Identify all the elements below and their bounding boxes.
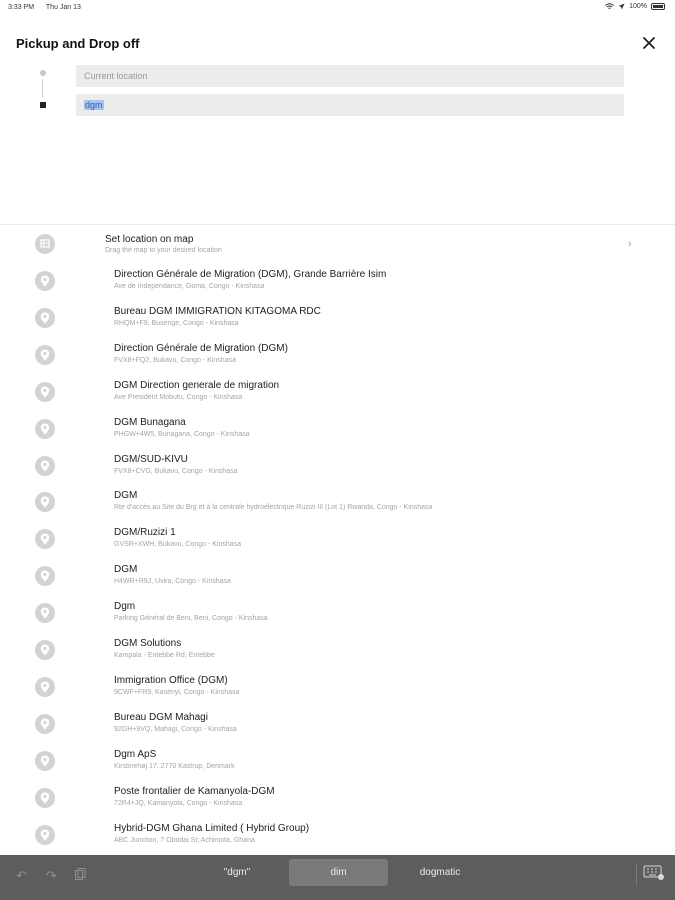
status-right: 100% bbox=[605, 3, 665, 10]
set-location-on-map[interactable]: Set location on map Drag the map to your… bbox=[0, 226, 675, 263]
location-pin-icon bbox=[35, 418, 55, 439]
result-item[interactable]: Dgm Parking Général de Beni, Beni, Congo … bbox=[0, 595, 675, 632]
section-divider bbox=[0, 224, 675, 225]
result-subtitle: Parking Général de Beni, Beni, Congo - K… bbox=[114, 615, 268, 623]
result-item[interactable]: DGM Bunagana PHGW+4W5, Bunagana, Congo - … bbox=[0, 411, 675, 448]
result-subtitle: 92GH+9VQ, Mahagi, Congo - Kinshasa bbox=[114, 725, 237, 733]
location-arrow-icon bbox=[618, 3, 625, 10]
keyboard-shortcut-bar: ↶ ↷ "dgm" dim dogmatic bbox=[0, 855, 675, 900]
result-subtitle: Kampala - Entebbe Rd, Entebbe bbox=[114, 652, 215, 659]
dropoff-square-icon bbox=[40, 102, 46, 108]
result-title: DGM Bunagana bbox=[114, 416, 186, 428]
result-title: Bureau DGM Mahagi bbox=[114, 711, 208, 723]
result-item[interactable]: DGM H4WR+R9J, Uvira, Congo - Kinshasa bbox=[0, 558, 675, 595]
result-title: DGM Direction generale de migration bbox=[114, 379, 280, 391]
result-item[interactable]: Hybrid-DGM Ghana Limited ( Hybrid Group)… bbox=[0, 817, 675, 854]
status-time: 3:33 PM bbox=[8, 4, 35, 11]
wifi-icon bbox=[605, 3, 614, 9]
undo-icon[interactable]: ↶ bbox=[16, 868, 27, 884]
keyboard-icon bbox=[643, 865, 664, 880]
result-subtitle: Ave de Independance, Goma, Congo - Kinsh… bbox=[114, 283, 265, 290]
battery-icon bbox=[651, 3, 665, 10]
result-subtitle: PHGW+4W5, Bunagana, Congo - Kinshasa bbox=[114, 430, 250, 438]
result-title: Bureau DGM IMMIGRATION KITAGOMA RDC bbox=[114, 305, 321, 317]
result-title: DGM bbox=[114, 564, 138, 576]
suggestion-1[interactable]: "dgm" bbox=[188, 859, 286, 886]
location-pin-icon bbox=[35, 529, 55, 550]
location-pin-icon bbox=[35, 271, 55, 291]
status-date: Thu Jan 13 bbox=[45, 4, 81, 11]
result-item[interactable]: DGM Rte d'accès au Site du Brg et à la ce… bbox=[0, 484, 675, 521]
route-indicator bbox=[36, 68, 50, 112]
result-item[interactable]: DGM/Ruzizi 1 GVSR+XWH, Bukavu, Congo - Ki… bbox=[0, 521, 675, 558]
result-title: DGM/SUD-KIVU bbox=[114, 453, 188, 465]
route-line bbox=[42, 79, 43, 97]
pickup-input[interactable]: Current location bbox=[76, 65, 624, 87]
location-pin-icon bbox=[35, 566, 55, 587]
status-left: 3:33 PM Thu Jan 13 bbox=[8, 4, 91, 11]
result-title: Direction Générale de Migration (DGM), G… bbox=[114, 269, 387, 280]
result-item[interactable]: Direction Générale de Migration (DGM) FVX… bbox=[0, 337, 675, 374]
result-title: DGM Solutions bbox=[114, 638, 182, 649]
result-title: Immigration Office (DGM) bbox=[114, 674, 228, 686]
result-subtitle: FVX8+CVG, Bukavu, Congo - Kinshasa bbox=[114, 467, 238, 475]
suggestion-3[interactable]: dogmatic bbox=[390, 859, 490, 886]
close-icon bbox=[643, 37, 655, 49]
location-pin-icon bbox=[35, 455, 55, 476]
result-subtitle: Kirstinehøj 17, 2770 Kastrup, Denmark bbox=[114, 762, 235, 770]
pickup-dot-icon bbox=[40, 70, 46, 76]
status-bar: 3:33 PM Thu Jan 13 100% bbox=[0, 0, 675, 16]
result-item[interactable]: Direction Générale de Migration (DGM), G… bbox=[0, 263, 675, 300]
page-title: Pickup and Drop off bbox=[16, 36, 140, 51]
location-pin-icon bbox=[35, 344, 55, 365]
battery-percent: 100% bbox=[629, 3, 647, 10]
result-item[interactable]: Poste frontalier de Kamanyola-DGM 72R4+JQ… bbox=[0, 780, 675, 817]
result-title: DGM bbox=[114, 490, 138, 502]
location-pin-icon bbox=[35, 307, 55, 328]
result-subtitle: FVX8+FQ2, Bukavu, Congo - Kinshasa bbox=[114, 356, 236, 364]
result-item[interactable]: Immigration Office (DGM) 9CWF+FR9, Kaseny… bbox=[0, 669, 675, 706]
result-subtitle: 9CWF+FR9, Kasenyi, Congo - Kinshasa bbox=[114, 688, 240, 696]
result-title: DGM/Ruzizi 1 bbox=[114, 527, 176, 539]
chevron-right-icon: › bbox=[628, 238, 632, 250]
suggestion-2[interactable]: dim bbox=[289, 859, 388, 886]
result-title: Poste frontalier de Kamanyola-DGM bbox=[114, 785, 275, 797]
map-icon bbox=[35, 234, 55, 254]
result-subtitle: Ave President Mobutu, Congo - Kinshasa bbox=[114, 393, 243, 401]
result-subtitle: 72R4+JQ, Kamanyola, Congo - Kinshasa bbox=[114, 799, 243, 807]
close-button[interactable] bbox=[638, 32, 660, 54]
result-subtitle: RHQM+F9, Busenge, Congo - Kinshasa bbox=[114, 319, 239, 327]
location-pin-icon bbox=[35, 750, 55, 771]
result-item[interactable]: DGM/SUD-KIVU FVX8+CVG, Bukavu, Congo - Ki… bbox=[0, 448, 675, 485]
result-title: Dgm bbox=[114, 601, 136, 613]
result-title: Dgm ApS bbox=[114, 748, 157, 760]
dropoff-input-value: dgm bbox=[84, 100, 104, 110]
paste-icon[interactable] bbox=[74, 868, 86, 884]
result-item[interactable]: DGM Direction generale de migration Ave P… bbox=[0, 374, 675, 411]
result-item[interactable]: Bureau DGM Mahagi 92GH+9VQ, Mahagi, Congo… bbox=[0, 706, 675, 743]
location-pin-icon bbox=[35, 713, 55, 734]
location-pin-icon bbox=[35, 492, 55, 513]
location-pin-icon bbox=[35, 676, 55, 697]
redo-icon[interactable]: ↷ bbox=[46, 868, 57, 884]
result-item[interactable]: Dgm ApS Kirstinehøj 17, 2770 Kastrup, Den… bbox=[0, 743, 675, 780]
result-subtitle: Rte d'accès au Site du Brg et à la centr… bbox=[114, 504, 433, 512]
result-title: Direction Générale de Migration (DGM) bbox=[114, 342, 288, 354]
result-title: Hybrid-DGM Ghana Limited ( Hybrid Group) bbox=[114, 822, 310, 834]
result-subtitle: ABC Junction, 7 Obodai St, Achimota, Gha… bbox=[114, 836, 255, 844]
location-pin-icon bbox=[35, 787, 55, 808]
result-subtitle: GVSR+XWH, Bukavu, Congo - Kinshasa bbox=[114, 541, 242, 549]
result-subtitle: H4WR+R9J, Uvira, Congo - Kinshasa bbox=[114, 578, 231, 586]
result-item[interactable]: DGM Solutions Kampala - Entebbe Rd, Enteb… bbox=[0, 632, 675, 669]
location-pin-icon bbox=[35, 603, 55, 624]
keyboard-separator bbox=[636, 863, 637, 885]
keyboard-dismiss-button[interactable] bbox=[643, 864, 665, 881]
result-item[interactable]: Bureau DGM IMMIGRATION KITAGOMA RDC RHQM+… bbox=[0, 300, 675, 337]
location-pin-icon bbox=[35, 824, 55, 845]
location-pin-icon bbox=[35, 640, 55, 660]
location-pin-icon bbox=[35, 381, 55, 402]
map-option-subtitle: Drag the map to your desired location bbox=[105, 247, 222, 254]
dropoff-input[interactable]: dgm bbox=[76, 94, 624, 116]
map-option-title: Set location on map bbox=[105, 234, 194, 245]
